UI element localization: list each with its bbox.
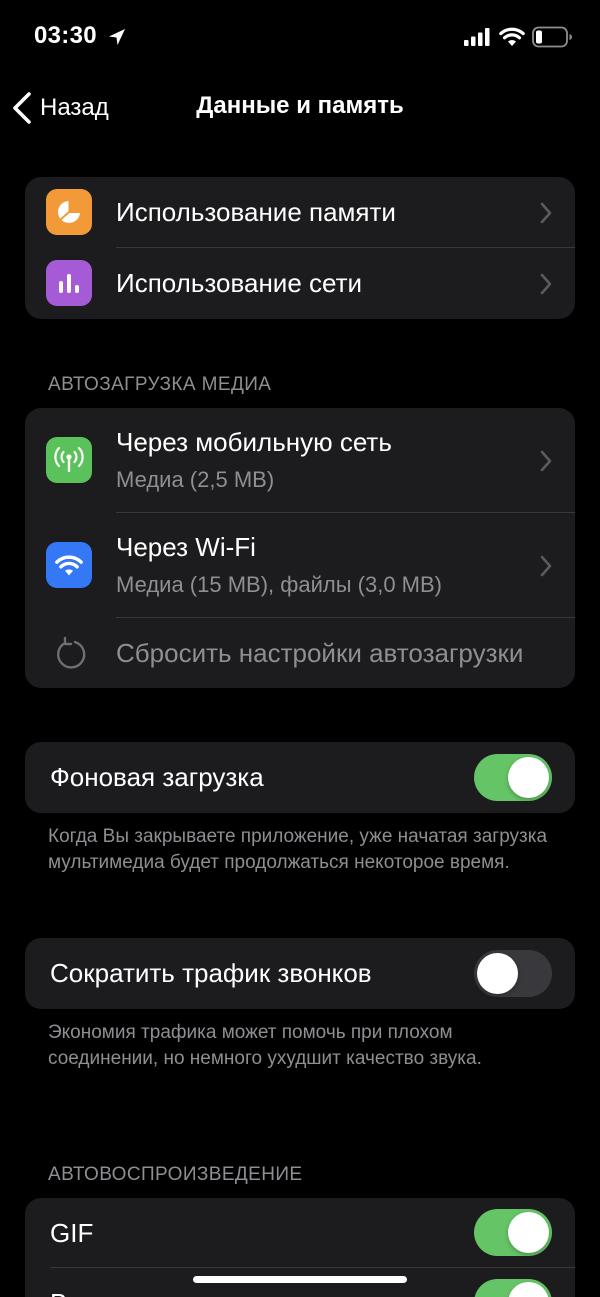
reduce-call-traffic-toggle[interactable] bbox=[474, 950, 552, 997]
autoplay-video-toggle[interactable] bbox=[474, 1279, 552, 1297]
page-title: Данные и память bbox=[196, 92, 404, 119]
wifi-download-title: Через Wi-Fi bbox=[116, 532, 256, 562]
wifi-download-subtitle: Медиа (15 MB), файлы (3,0 MB) bbox=[116, 572, 442, 597]
autoplay-header: АВТОВОСПРОИЗВЕДЕНИЕ bbox=[48, 1164, 303, 1185]
reset-icon bbox=[57, 636, 86, 669]
storage-network-group: Использование памяти Использование сети bbox=[25, 177, 575, 319]
reset-auto-download-label: Сбросить настройки автозагрузки bbox=[116, 638, 524, 668]
background-download-footnote: Когда Вы закрываете приложение, уже нача… bbox=[48, 826, 548, 873]
cellular-download-row[interactable]: Через мобильную сеть Медиа (2,5 MB) bbox=[25, 408, 575, 513]
chevron-right-icon bbox=[540, 555, 552, 577]
reduce-call-traffic-label: Сократить трафик звонков bbox=[50, 958, 372, 988]
autoplay-video-label: В bbox=[50, 1288, 67, 1297]
cellular-download-title: Через мобильную сеть bbox=[116, 427, 392, 457]
reduce-call-traffic-footnote: Экономия трафика может помочь при плохом… bbox=[48, 1022, 482, 1069]
status-bar: 03:30 bbox=[0, 0, 600, 76]
antenna-icon bbox=[46, 437, 92, 483]
chevron-right-icon bbox=[540, 202, 552, 224]
reduce-call-traffic-row: Сократить трафик звонков bbox=[25, 938, 575, 1009]
network-usage-row[interactable]: Использование сети bbox=[25, 248, 575, 319]
background-download-row: Фоновая загрузка bbox=[25, 742, 575, 813]
storage-usage-label: Использование памяти bbox=[116, 197, 396, 227]
battery-icon bbox=[532, 26, 572, 48]
status-time: 03:30 bbox=[34, 22, 97, 49]
auto-download-header: АВТОЗАГРУЗКА МЕДИА bbox=[48, 374, 272, 395]
toggle-knob bbox=[508, 1212, 549, 1253]
background-download-group: Фоновая загрузка bbox=[25, 742, 575, 813]
autoplay-gif-toggle[interactable] bbox=[474, 1209, 552, 1256]
toggle-knob bbox=[477, 953, 518, 994]
toggle-knob bbox=[508, 1282, 549, 1297]
location-arrow-icon bbox=[109, 29, 125, 45]
background-download-label: Фоновая загрузка bbox=[50, 762, 264, 792]
navigation-bar: Назад Данные и память bbox=[0, 76, 600, 138]
cellular-download-subtitle: Медиа (2,5 MB) bbox=[116, 467, 275, 492]
autoplay-gif-label: GIF bbox=[50, 1218, 94, 1248]
storage-usage-row[interactable]: Использование памяти bbox=[25, 177, 575, 248]
chevron-right-icon bbox=[540, 273, 552, 295]
chevron-right-icon bbox=[540, 450, 552, 472]
wifi-icon bbox=[499, 27, 525, 46]
pie-chart-icon bbox=[46, 189, 92, 235]
reduce-call-traffic-group: Сократить трафик звонков bbox=[25, 938, 575, 1009]
autoplay-gif-row: GIF bbox=[25, 1198, 575, 1268]
wifi-icon bbox=[46, 542, 92, 588]
home-indicator[interactable] bbox=[193, 1276, 407, 1283]
cellular-signal-icon bbox=[464, 28, 490, 46]
background-download-toggle[interactable] bbox=[474, 754, 552, 801]
bar-chart-icon bbox=[46, 260, 92, 306]
auto-download-group: Через мобильную сеть Медиа (2,5 MB) Чере… bbox=[25, 408, 575, 688]
reset-auto-download-row[interactable]: Сбросить настройки автозагрузки bbox=[25, 618, 575, 688]
network-usage-label: Использование сети bbox=[116, 268, 363, 298]
wifi-download-row[interactable]: Через Wi-Fi Медиа (15 MB), файлы (3,0 MB… bbox=[25, 513, 575, 618]
toggle-knob bbox=[508, 757, 549, 798]
